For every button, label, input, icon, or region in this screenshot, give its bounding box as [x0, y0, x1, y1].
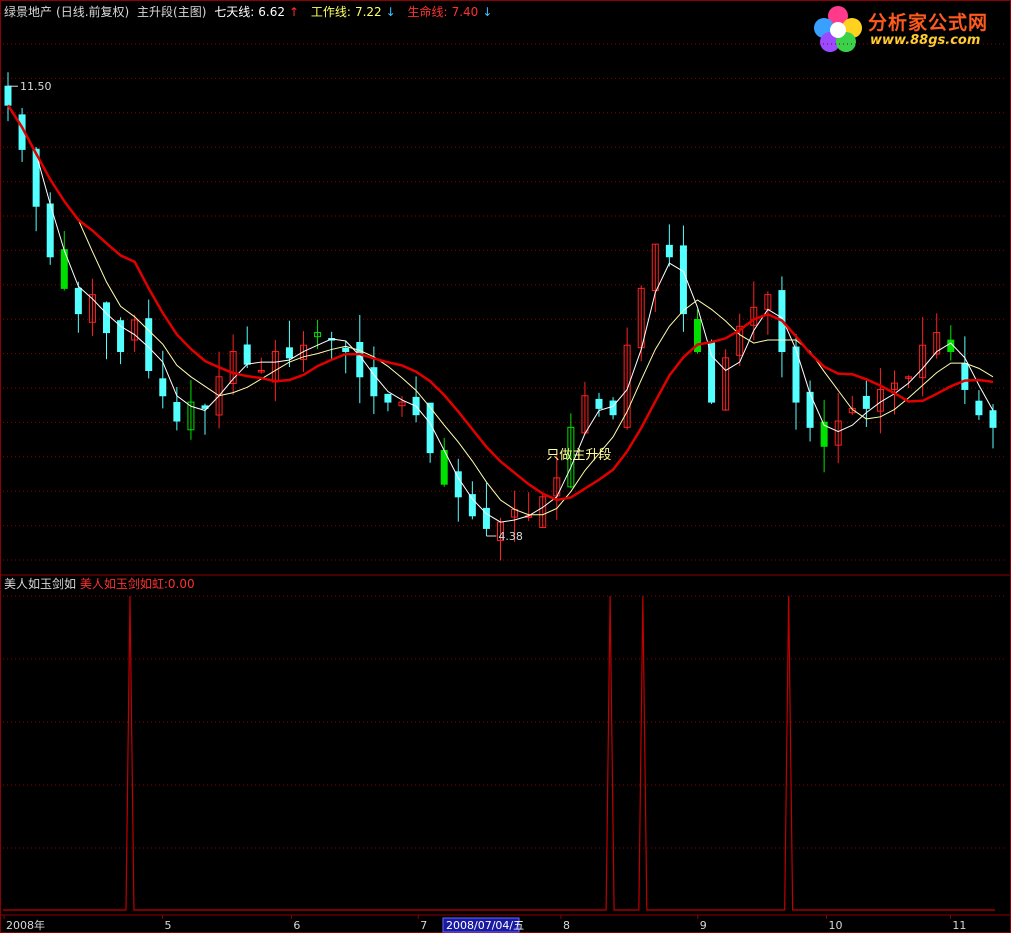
- candle-body: [103, 302, 110, 334]
- chart-svg[interactable]: 11.50 4.38 只做主升段 2008年 5 6 7 8 9 10 11 2008/07/04/五: [0, 0, 1011, 933]
- candle-body: [862, 395, 870, 409]
- ma7-line: [7, 104, 994, 523]
- candle-body: [74, 287, 82, 315]
- x-tick-label: 2008年: [6, 918, 45, 932]
- candle-body: [117, 320, 125, 353]
- x-tick-label: 10: [829, 919, 843, 932]
- low-price-label: 4.38: [498, 530, 523, 543]
- candle-body: [989, 410, 997, 428]
- candle-body: [708, 341, 716, 403]
- candle-body: [356, 341, 364, 378]
- candle-body: [595, 398, 603, 409]
- candle-body: [285, 347, 293, 359]
- candle-body: [243, 344, 251, 365]
- x-tick-label: 11: [952, 919, 966, 932]
- chart-stage: 绿景地产 (日线.前复权) 主升段(主图) 七天线: 6.62 ↑ 工作线: 7.22 ↓…: [0, 0, 1011, 933]
- candle-body: [173, 402, 181, 422]
- high-price-label: 11.50: [20, 80, 52, 93]
- indicator-line: [3, 595, 995, 911]
- candle-body: [145, 318, 153, 371]
- candle-body: [4, 85, 12, 106]
- candle-body: [384, 393, 392, 403]
- candle-body: [159, 378, 167, 397]
- cursor-date-label: 2008/07/04/五: [446, 919, 524, 932]
- x-tick-label: 5: [165, 919, 172, 932]
- candles: [4, 72, 997, 561]
- candle-body: [665, 244, 673, 258]
- candle-body: [679, 245, 687, 315]
- work-line: [7, 104, 994, 516]
- x-tick-label: 9: [700, 919, 707, 932]
- candle-body: [468, 494, 476, 517]
- candle-body: [975, 400, 983, 416]
- life-line: [6, 104, 994, 502]
- x-tick-label: 7: [420, 919, 427, 932]
- annotation-text: 只做主升段: [546, 448, 611, 463]
- x-tick-label: 6: [293, 919, 300, 932]
- candle-body: [961, 363, 969, 390]
- candle-body: [342, 347, 350, 353]
- candle-body: [454, 471, 462, 498]
- x-tick-label: 8: [563, 919, 570, 932]
